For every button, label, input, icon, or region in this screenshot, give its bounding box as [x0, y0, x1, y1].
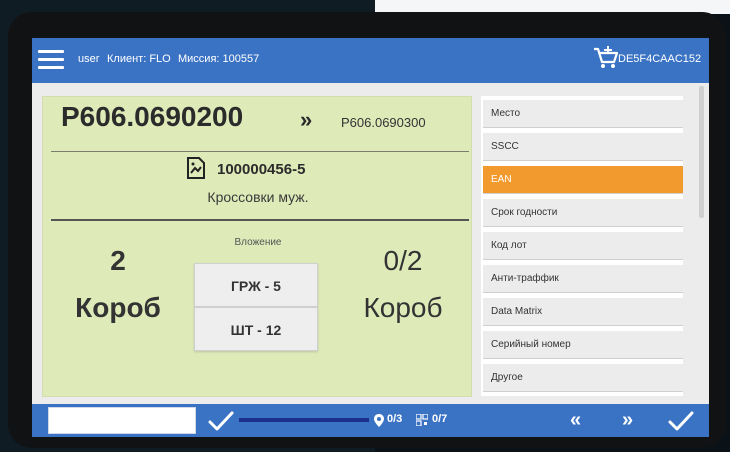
- product-name: Кроссовки муж.: [207, 189, 309, 205]
- scanned-unit: Короб: [363, 292, 443, 323]
- list-item-serial-number[interactable]: Серийный номер: [483, 331, 683, 359]
- planned-unit: Короб: [75, 292, 161, 323]
- next-location-code: P606.0690300: [341, 115, 426, 130]
- next-arrow-icon: »: [300, 107, 313, 132]
- article-code: 100000456-5: [217, 161, 306, 178]
- bottom-bar: 0/3 0/7 « »: [32, 404, 709, 437]
- progress-bar: [239, 418, 369, 422]
- list-item-anti-traffic[interactable]: Анти-траффик: [483, 265, 683, 293]
- list-item-place[interactable]: Место: [483, 100, 683, 128]
- list-item-data-matrix[interactable]: Data Matrix: [483, 298, 683, 326]
- previous-button[interactable]: «: [570, 409, 581, 432]
- mission-label: Миссия: 100557: [178, 53, 260, 65]
- finish-check-icon[interactable]: [668, 410, 694, 432]
- device-id: DE5F4CAAC152: [618, 53, 702, 65]
- hamburger-menu-icon[interactable]: [38, 50, 64, 70]
- next-button[interactable]: »: [622, 409, 633, 432]
- client-label: Клиент: FLO: [107, 53, 171, 65]
- scanned-quantity: 0/2: [383, 245, 423, 276]
- top-bar: user Клиент: FLO Миссия: 100557 DE5F4CAA…: [32, 38, 709, 83]
- list-item-other[interactable]: Другое: [483, 364, 683, 392]
- divider: [51, 151, 469, 152]
- planned-quantity: 2: [110, 245, 126, 276]
- list-item-ean[interactable]: EAN: [483, 166, 683, 194]
- list-item-sscc[interactable]: SSCC: [483, 133, 683, 161]
- pack-button-grzh[interactable]: ГРЖ - 5: [194, 263, 318, 307]
- divider: [51, 219, 469, 221]
- scan-input[interactable]: [48, 407, 196, 434]
- qr-code-icon: [416, 414, 428, 426]
- pack-button-sht[interactable]: ШТ - 12: [194, 307, 318, 351]
- cart-add-icon[interactable]: [593, 46, 619, 70]
- current-location-code: P606.0690200: [61, 101, 244, 132]
- confirm-scan-check-icon[interactable]: [208, 410, 234, 432]
- task-panel: P606.0690200 » P606.0690300 100000456-5 …: [42, 96, 472, 397]
- codes-counter: 0/7: [432, 413, 448, 425]
- locations-counter: 0/3: [387, 413, 403, 425]
- list-item-expiry-date[interactable]: Срок годности: [483, 199, 683, 227]
- nesting-label: Вложение: [234, 237, 282, 248]
- user-name: user: [78, 53, 100, 65]
- location-pin-icon: [374, 414, 384, 427]
- scan-type-list: Место SSCC EAN Срок годности Код лот Ант…: [481, 96, 683, 396]
- list-scrollbar[interactable]: [699, 86, 704, 218]
- app-screen: user Клиент: FLO Миссия: 100557 DE5F4CAA…: [32, 38, 709, 437]
- list-item-lot-code[interactable]: Код лот: [483, 232, 683, 260]
- document-image-icon[interactable]: [185, 157, 207, 179]
